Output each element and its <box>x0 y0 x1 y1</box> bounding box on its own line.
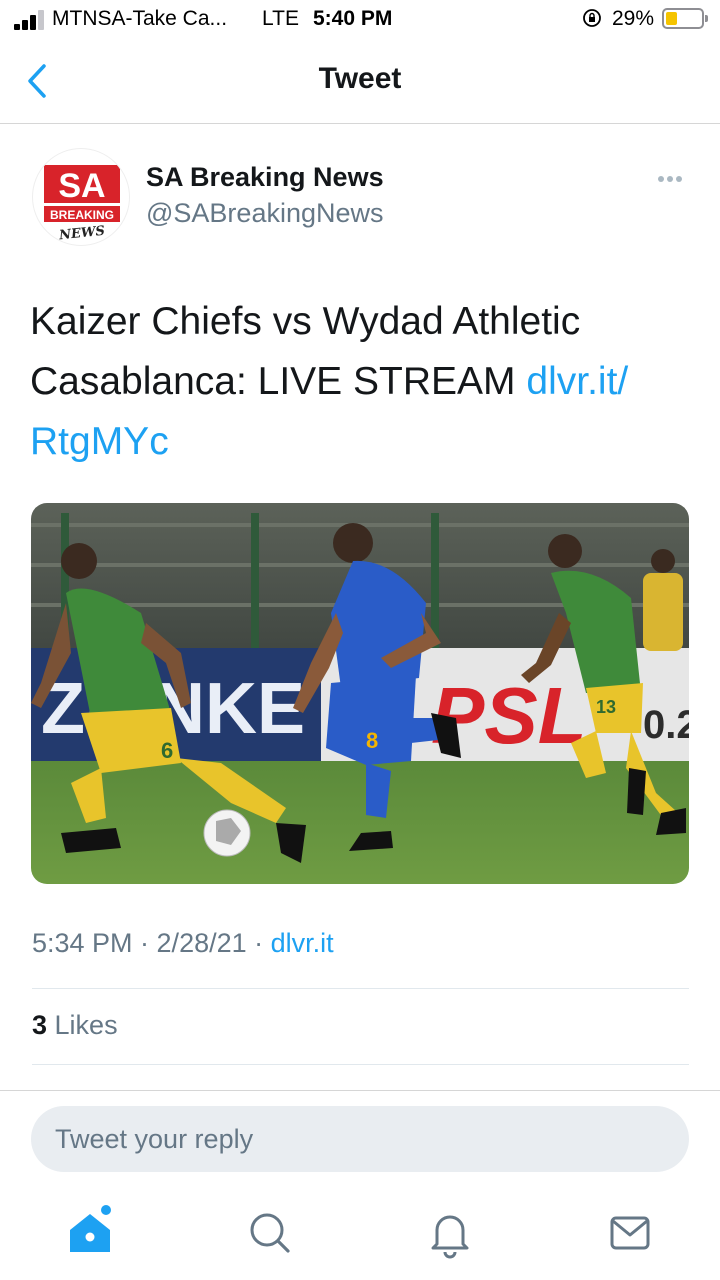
svg-text:NEWS: NEWS <box>58 224 106 244</box>
notifications-icon[interactable] <box>420 1202 480 1262</box>
page-title: Tweet <box>318 62 402 95</box>
reply-input[interactable] <box>31 1106 689 1172</box>
timestamp-text: 5:34 PM · 2/28/21 · <box>32 928 271 958</box>
likes-label: Likes <box>47 1010 118 1040</box>
svg-text:13: 13 <box>596 697 616 717</box>
svg-text:0.2: 0.2 <box>643 703 689 747</box>
orientation-lock-icon <box>583 9 601 27</box>
tab-bar <box>0 1190 720 1280</box>
nav-bar: Tweet <box>0 40 720 124</box>
signal-icon <box>14 10 46 30</box>
search-icon[interactable] <box>240 1202 300 1262</box>
status-bar: MTNSA-Take Ca... LTE 5:40 PM 29% <box>0 0 720 40</box>
likes-count[interactable]: 3 Likes <box>32 1010 118 1041</box>
tweet-link-part-2[interactable]: RtgMYc <box>30 420 169 463</box>
more-options-icon[interactable] <box>650 168 690 190</box>
messages-icon[interactable] <box>600 1202 660 1262</box>
tweet-text: Kaizer Chiefs vs Wydad Athletic Casablan… <box>30 292 680 472</box>
network-type: LTE <box>262 7 299 30</box>
likes-number: 3 <box>32 1010 48 1040</box>
tweet-timestamp: 5:34 PM · 2/28/21 · dlvr.it <box>32 928 334 959</box>
battery-percent: 29% <box>612 7 655 30</box>
svg-text:6: 6 <box>161 738 173 763</box>
tweet-link-part-1[interactable]: dlvr.it/ <box>526 360 628 403</box>
tweet-source-link[interactable]: dlvr.it <box>271 928 334 958</box>
svg-text:BREAKING: BREAKING <box>50 208 114 222</box>
svg-text:8: 8 <box>366 728 378 753</box>
carrier-name: MTNSA-Take Ca... <box>52 7 228 30</box>
author-handle[interactable]: @SABreakingNews <box>146 198 384 229</box>
home-icon[interactable] <box>60 1202 120 1262</box>
author-display-name[interactable]: SA Breaking News <box>146 162 384 193</box>
divider <box>32 1064 689 1065</box>
sa-breaking-news-logo: SA BREAKING NEWS <box>44 165 120 244</box>
svg-text:SA: SA <box>58 167 105 205</box>
battery-icon <box>662 8 708 29</box>
avatar[interactable]: SA BREAKING NEWS <box>32 148 130 246</box>
football-match-photo: ZE NKE PSL 0.2 6 8 13 <box>31 503 689 884</box>
tweet-media-image[interactable]: ZE NKE PSL 0.2 6 8 13 <box>31 503 689 884</box>
divider <box>32 988 689 989</box>
status-time: 5:40 PM <box>313 7 393 30</box>
reply-bar <box>0 1090 720 1190</box>
tweet-body-text: Kaizer Chiefs vs Wydad Athletic Casablan… <box>30 300 581 403</box>
